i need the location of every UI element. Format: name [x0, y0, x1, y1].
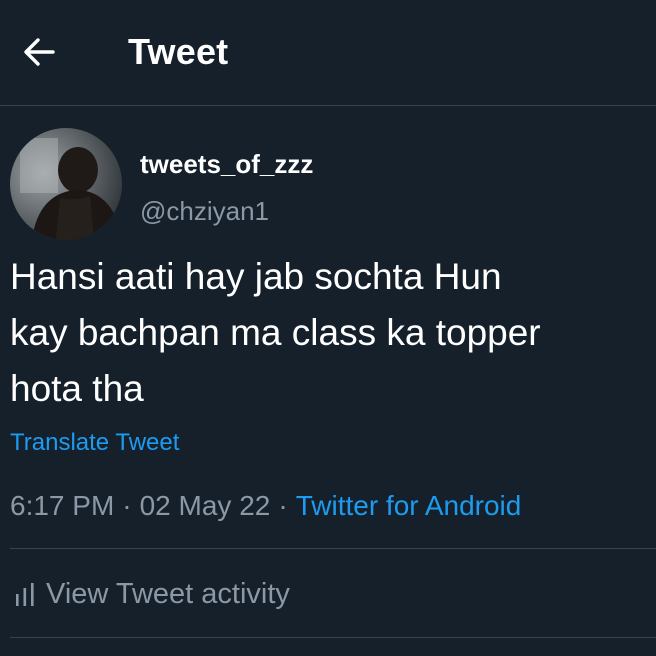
- bar-chart-icon: [16, 583, 34, 606]
- tweet-date: 02 May 22: [139, 490, 271, 521]
- author-display-name[interactable]: tweets_of_zzz: [140, 148, 313, 180]
- view-tweet-activity-button[interactable]: View Tweet activity: [14, 574, 290, 614]
- tweet-source-link[interactable]: Twitter for Android: [296, 490, 522, 521]
- top-bar: Tweet: [0, 0, 656, 106]
- page-title: Tweet: [128, 31, 229, 72]
- divider: [10, 637, 656, 638]
- separator-dot: ·: [122, 490, 132, 521]
- divider: [10, 548, 656, 549]
- tweet-text: Hansi aati hay jab sochta Hun kay bachpa…: [10, 256, 541, 409]
- translate-tweet-link[interactable]: Translate Tweet: [10, 428, 179, 458]
- view-tweet-activity-label: View Tweet activity: [46, 578, 290, 610]
- tweet-detail-screen: Tweet tweets_of_zzz @chziyan1 Hansi aati…: [0, 0, 656, 656]
- avatar[interactable]: [10, 128, 122, 240]
- back-button[interactable]: [20, 32, 60, 72]
- avatar-image: [10, 128, 122, 240]
- author-handle[interactable]: @chziyan1: [140, 195, 269, 227]
- tweet-time: 6:17 PM: [10, 490, 115, 521]
- arrow-left-icon: [24, 38, 55, 66]
- separator-dot: ·: [278, 490, 288, 521]
- tweet-meta: 6:17 PM · 02 May 22 · Twitter for Android: [10, 488, 521, 524]
